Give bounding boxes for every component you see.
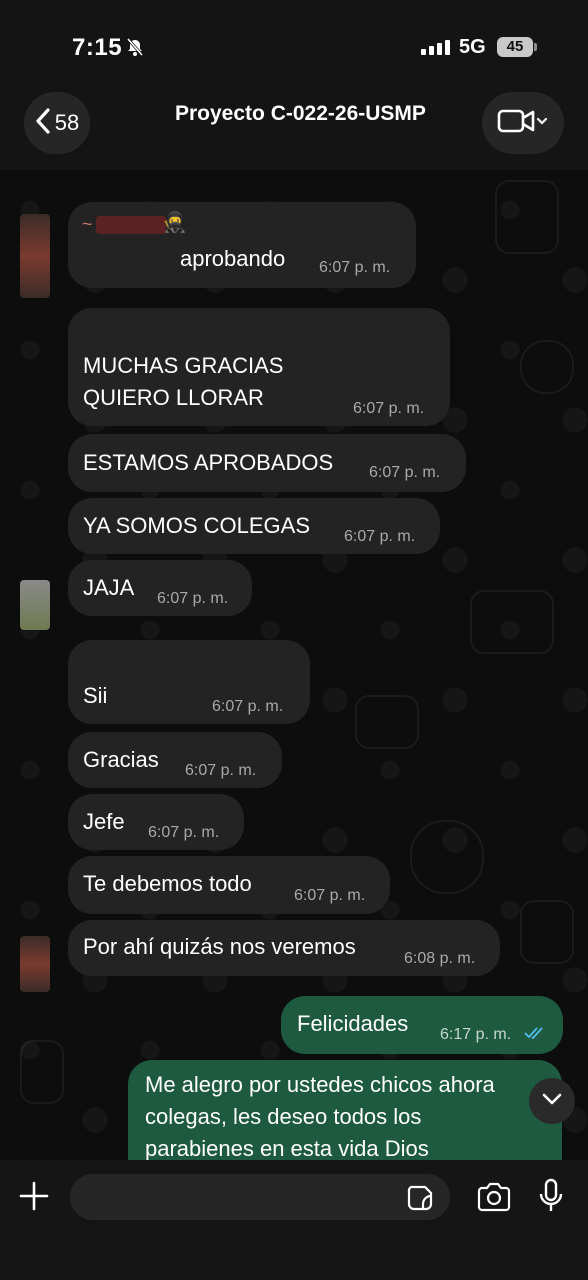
message-time: 6:07 p. m.: [157, 590, 229, 607]
message-input[interactable]: [70, 1174, 450, 1220]
ninja-emoji: 🥷: [162, 212, 187, 234]
scroll-to-bottom-button[interactable]: [529, 1078, 575, 1124]
message-time: 6:07 p. m.: [185, 762, 257, 779]
message-text-line: Me alegro por ustedes chicos ahora: [145, 1072, 495, 1097]
sender-name: ~: [82, 214, 93, 234]
message-text: Gracias: [83, 747, 159, 772]
unread-count: 58: [54, 110, 80, 135]
signal-icon: [421, 40, 450, 55]
avatar[interactable]: [20, 936, 50, 992]
message-composer: [0, 1160, 588, 1280]
message-time: 6:07 p. m.: [353, 400, 425, 417]
incoming-message[interactable]: Por ahí quizás nos veremos 6:08 p. m.: [68, 920, 500, 976]
camera-icon[interactable]: [476, 1182, 512, 1217]
wallpaper-doodle: [410, 820, 484, 894]
message-text-line: colegas, les deseo todos los: [145, 1104, 422, 1129]
message-time: 6:07 p. m.: [344, 528, 416, 545]
double-check-icon: [524, 1026, 546, 1045]
sticker-icon[interactable]: [406, 1184, 434, 1217]
message-time: 6:07 p. m.: [148, 824, 220, 841]
wallpaper-doodle: [20, 1040, 64, 1104]
incoming-message[interactable]: Jefe 6:07 p. m.: [68, 794, 244, 850]
message-time: 6:08 p. m.: [404, 950, 476, 967]
microphone-icon[interactable]: [538, 1178, 564, 1219]
message-text-line: QUIERO LLORAR: [83, 385, 264, 410]
video-camera-icon: [497, 107, 549, 140]
chat-title[interactable]: Proyecto C-022-26-USMP: [175, 102, 426, 126]
message-time: 6:07 p. m.: [294, 887, 366, 904]
message-text: Jefe: [83, 809, 125, 834]
chevron-down-icon: [542, 1092, 562, 1110]
bell-slash-icon: [125, 37, 145, 62]
redacted-sender: [96, 216, 166, 234]
wallpaper-doodle: [520, 900, 574, 964]
incoming-message[interactable]: ~ 🥷 aprobando 6:07 p. m.: [68, 202, 416, 288]
incoming-message[interactable]: Gracias 6:07 p. m.: [68, 732, 282, 788]
message-text: Te debemos todo: [83, 871, 252, 896]
incoming-message[interactable]: YA SOMOS COLEGAS 6:07 p. m.: [68, 498, 440, 554]
message-text: YA SOMOS COLEGAS: [83, 513, 310, 538]
incoming-message[interactable]: Te debemos todo 6:07 p. m.: [68, 856, 390, 914]
network-type: 5G: [459, 36, 486, 58]
wallpaper-doodle: [355, 695, 419, 749]
message-text: Felicidades: [297, 1011, 409, 1036]
battery-indicator: 45: [497, 37, 537, 57]
incoming-message[interactable]: MUCHAS GRACIAS QUIERO LLORAR 6:07 p. m.: [68, 308, 450, 426]
incoming-message[interactable]: ESTAMOS APROBADOS 6:07 p. m.: [68, 434, 466, 492]
plus-icon[interactable]: [18, 1180, 50, 1217]
avatar[interactable]: [20, 580, 50, 630]
message-time: 6:07 p. m.: [319, 259, 391, 276]
message-text: aprobando: [180, 246, 286, 271]
wallpaper-doodle: [495, 180, 559, 254]
back-button[interactable]: 58: [24, 92, 90, 154]
incoming-message[interactable]: JAJA 6:07 p. m.: [68, 560, 252, 616]
message-text-line: parabienes en esta vida Dios: [145, 1136, 429, 1160]
outgoing-message[interactable]: Me alegro por ustedes chicos ahora coleg…: [128, 1060, 562, 1160]
message-time: 6:07 p. m.: [369, 464, 441, 481]
video-call-button[interactable]: [482, 92, 564, 154]
incoming-message[interactable]: Sii 6:07 p. m.: [68, 640, 310, 724]
message-list[interactable]: ~ 🥷 aprobando 6:07 p. m. MUCHAS GRACIAS …: [0, 170, 588, 1160]
status-bar: 7:15 5G 45: [0, 0, 588, 90]
message-text: Sii: [83, 683, 108, 708]
avatar[interactable]: [20, 214, 50, 298]
wallpaper-doodle: [470, 590, 554, 654]
status-time: 7:15: [72, 34, 123, 61]
message-time: 6:07 p. m.: [212, 698, 284, 715]
message-time: 6:17 p. m.: [440, 1026, 512, 1043]
wallpaper-doodle: [520, 340, 574, 394]
outgoing-message[interactable]: Felicidades 6:17 p. m.: [281, 996, 563, 1054]
message-text: Por ahí quizás nos veremos: [83, 934, 356, 959]
chat-header: 58 Proyecto C-022-26-USMP: [0, 90, 588, 170]
message-text: JAJA: [83, 575, 135, 600]
chevron-left-icon: [35, 107, 51, 139]
message-text-line: MUCHAS GRACIAS: [83, 353, 284, 378]
message-text: ESTAMOS APROBADOS: [83, 450, 334, 475]
